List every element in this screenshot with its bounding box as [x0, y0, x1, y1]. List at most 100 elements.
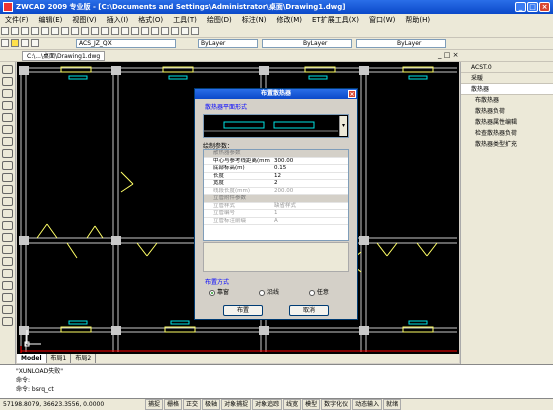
snap-toggle[interactable]: 捕捉: [145, 399, 164, 410]
region-icon[interactable]: [2, 245, 13, 254]
menu-draw[interactable]: 绘图(D): [202, 14, 237, 26]
radiator-plan-selector[interactable]: ▾: [203, 114, 349, 138]
radio-icon[interactable]: [258, 289, 265, 296]
property-row[interactable]: 长度 12: [204, 173, 348, 181]
property-value[interactable]: 0.15: [274, 165, 286, 173]
zoom-previous-icon[interactable]: [141, 27, 149, 35]
menu-item-check-load[interactable]: 检查散热器负荷: [461, 128, 553, 139]
model-toggle[interactable]: 模型: [302, 399, 321, 410]
ellipse-arc-icon[interactable]: [2, 185, 13, 194]
spline-icon[interactable]: [2, 161, 13, 170]
property-row[interactable]: 中心与参考线距离(mm) 300.00: [204, 158, 348, 166]
lineweight-toggle[interactable]: 线宽: [283, 399, 302, 410]
ellipse-icon[interactable]: [2, 173, 13, 182]
tab-layout1[interactable]: 布局1: [47, 354, 72, 363]
menu-window[interactable]: 窗口(W): [364, 14, 400, 26]
menu-modify[interactable]: 修改(M): [271, 14, 307, 26]
construction-line-icon[interactable]: [2, 77, 13, 86]
menu-help[interactable]: 帮助(H): [400, 14, 435, 26]
tablet-toggle[interactable]: 数字化仪: [321, 399, 352, 410]
layer-freeze-icon[interactable]: [21, 39, 29, 47]
hatch-icon[interactable]: [2, 233, 13, 242]
print-icon[interactable]: [31, 27, 39, 35]
minimize-button[interactable]: _: [515, 2, 526, 12]
grid-toggle[interactable]: 栅格: [164, 399, 183, 410]
command-input[interactable]: 命令: bsrq_ct: [16, 385, 553, 394]
polygon-icon[interactable]: [2, 101, 13, 110]
pan-icon[interactable]: [111, 27, 119, 35]
menu-insert[interactable]: 插入(I): [102, 14, 134, 26]
layer-combo[interactable]: ACS_JZ_QX: [76, 39, 176, 48]
help-icon[interactable]: [191, 27, 199, 35]
menu-file[interactable]: 文件(F): [0, 14, 34, 26]
text-icon[interactable]: [2, 281, 13, 290]
property-value[interactable]: 300.00: [274, 158, 293, 166]
menu-head-acst[interactable]: ACST.0: [461, 62, 553, 73]
property-grid[interactable]: 散热器参数 中心与参考线距离(mm) 300.00 底部标高(m) 0.15 长度 1…: [203, 149, 349, 241]
maximize-button[interactable]: □: [527, 2, 538, 12]
menu-edit[interactable]: 编辑(E): [34, 14, 68, 26]
otrack-toggle[interactable]: 对象追踪: [252, 399, 283, 410]
menu-item-radiator-load[interactable]: 散热器负荷: [461, 106, 553, 117]
tab-model[interactable]: Model: [17, 354, 47, 363]
polar-toggle[interactable]: 极轴: [202, 399, 221, 410]
property-row[interactable]: 宽度 2: [204, 180, 348, 188]
properties-icon[interactable]: [151, 27, 159, 35]
paste-icon[interactable]: [71, 27, 79, 35]
copy-icon[interactable]: [61, 27, 69, 35]
calculator-icon[interactable]: [181, 27, 189, 35]
line-icon[interactable]: [2, 65, 13, 74]
option-by-window[interactable]: 靠窗: [209, 289, 229, 296]
dyn-toggle[interactable]: 动态输入: [352, 399, 383, 410]
menu-item-extend-type[interactable]: 散热器类型扩充: [461, 139, 553, 150]
divide-icon[interactable]: [2, 317, 13, 326]
category-riser-params[interactable]: 立管附件参数: [204, 195, 348, 203]
linetype-combo[interactable]: ByLayer: [262, 39, 352, 48]
menu-view[interactable]: 视图(V): [67, 14, 101, 26]
layer-on-icon[interactable]: [11, 39, 19, 47]
radio-selected-icon[interactable]: [209, 289, 215, 296]
preview-icon[interactable]: [41, 27, 49, 35]
make-block-icon[interactable]: [2, 209, 13, 218]
open-file-icon[interactable]: [11, 27, 19, 35]
option-along-line[interactable]: 沿线: [258, 289, 279, 296]
dropdown-arrow-icon[interactable]: ▾: [339, 116, 347, 136]
polyline-icon[interactable]: [2, 89, 13, 98]
drawing-tab[interactable]: C:\...\桌面\Drawing1.dwg: [22, 51, 106, 61]
match-properties-icon[interactable]: [81, 27, 89, 35]
menu-tools[interactable]: 工具(T): [168, 14, 202, 26]
design-center-icon[interactable]: [161, 27, 169, 35]
zoom-icon[interactable]: [121, 27, 129, 35]
menu-item-radiator-edit[interactable]: 散热器属性编辑: [461, 117, 553, 128]
radio-icon[interactable]: [308, 289, 315, 296]
tool-palette-icon[interactable]: [171, 27, 179, 35]
place-button[interactable]: 布置: [223, 305, 263, 316]
lineweight-combo[interactable]: ByLayer: [356, 39, 446, 48]
property-row[interactable]: 底部标高(m) 0.15: [204, 165, 348, 173]
close-button[interactable]: ×: [539, 2, 550, 12]
revision-cloud-icon[interactable]: [2, 149, 13, 158]
drawing-window-controls[interactable]: _ □ ×: [438, 51, 458, 59]
cancel-button[interactable]: 取消: [289, 305, 329, 316]
menu-item-place-radiator[interactable]: 布散热器: [461, 95, 553, 106]
insert-block-icon[interactable]: [2, 197, 13, 206]
new-file-icon[interactable]: [1, 27, 9, 35]
osnap-toggle[interactable]: 对象捕捉: [221, 399, 252, 410]
property-value[interactable]: 2: [274, 180, 278, 188]
cut-icon[interactable]: [51, 27, 59, 35]
undo-icon[interactable]: [91, 27, 99, 35]
option-arbitrary[interactable]: 任意: [308, 289, 329, 296]
tab-layout2[interactable]: 布局2: [71, 354, 97, 363]
layer-lock-icon[interactable]: [31, 39, 39, 47]
ortho-toggle[interactable]: 正交: [183, 399, 202, 410]
category-radiator-params[interactable]: 散热器参数: [204, 150, 348, 158]
layer-manager-icon[interactable]: [1, 39, 9, 47]
menu-et-tools[interactable]: ET扩展工具(X): [307, 14, 364, 26]
circle-icon[interactable]: [2, 137, 13, 146]
dialog-close-button[interactable]: ×: [348, 90, 356, 98]
command-window[interactable]: "XUNLOAD失败" 命令: 命令: bsrq_ct: [0, 364, 553, 398]
zoom-window-icon[interactable]: [131, 27, 139, 35]
menu-format[interactable]: 格式(O): [133, 14, 168, 26]
property-value[interactable]: 12: [274, 173, 281, 181]
ucs-icon[interactable]: [2, 293, 13, 302]
